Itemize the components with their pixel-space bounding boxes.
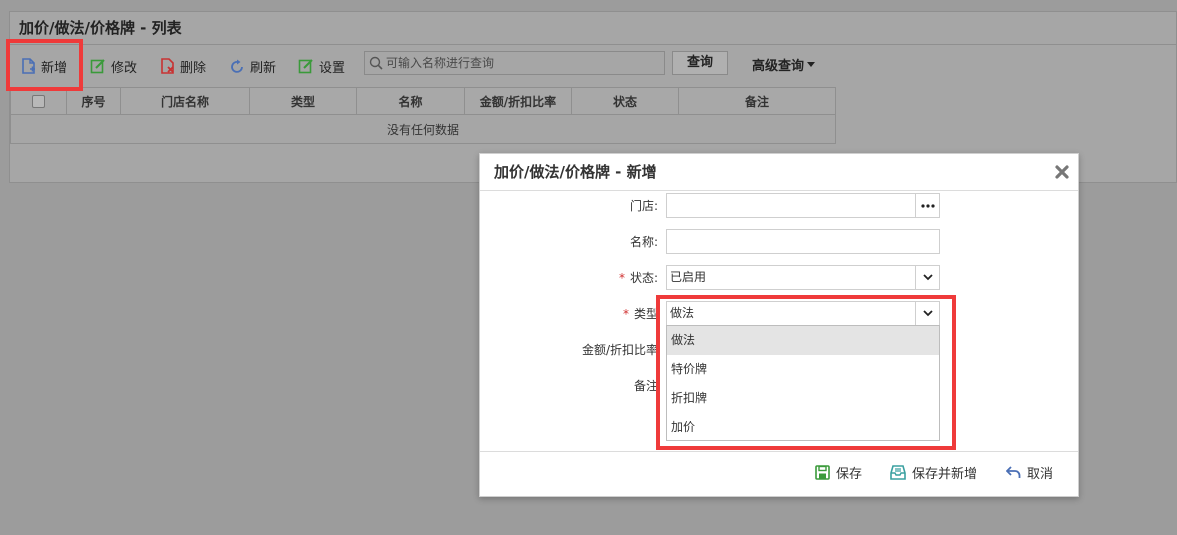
store-label: 门店: xyxy=(629,199,658,213)
type-value: 做法 xyxy=(670,306,695,320)
new-file-icon xyxy=(22,58,35,74)
delete-file-icon xyxy=(161,58,174,74)
add-button-label: 新增 xyxy=(41,60,68,76)
table-row: 没有任何数据 xyxy=(10,114,836,144)
name-row: 名称: xyxy=(480,229,1078,255)
delete-button-label: 删除 xyxy=(180,60,207,76)
data-table: 序号 门店名称 类型 名称 金额/折扣比率 状态 备注 没有任何数据 xyxy=(10,87,836,144)
type-label: 类型 xyxy=(633,307,658,321)
cancel-button-label: 取消 xyxy=(1027,466,1054,482)
search-box xyxy=(364,51,665,75)
store-row: 门店: xyxy=(480,193,1078,219)
column-header[interactable]: 名称 xyxy=(356,87,465,115)
query-button[interactable]: 查询 xyxy=(672,51,728,75)
save-button[interactable]: 保存 xyxy=(815,462,862,482)
add-dialog: 加价/做法/价格牌 - 新增 门店: 名称: * 状态: 已启用 * 类型 做法… xyxy=(479,153,1079,497)
edit-icon xyxy=(90,59,105,74)
settings-button[interactable]: 设置 xyxy=(298,55,345,77)
save-and-new-button-label: 保存并新增 xyxy=(912,466,978,482)
advanced-query-label: 高级查询 xyxy=(752,59,805,74)
select-all-cell xyxy=(10,87,67,115)
dialog-footer: 保存 保存并新增 取消 xyxy=(480,451,1078,497)
status-dropdown-toggle[interactable] xyxy=(915,266,939,289)
refresh-icon xyxy=(231,59,243,73)
type-label-wrap: * 类型 xyxy=(623,301,658,327)
name-label: 名称: xyxy=(629,235,658,249)
settings-button-label: 设置 xyxy=(319,60,346,76)
amount-label: 金额/折扣比率 xyxy=(581,343,658,357)
refresh-button-label: 刷新 xyxy=(250,60,277,76)
table-header-row: 序号 门店名称 类型 名称 金额/折扣比率 状态 备注 xyxy=(10,87,836,115)
store-field[interactable] xyxy=(666,193,940,218)
edit-button-label: 修改 xyxy=(111,60,138,76)
type-select[interactable]: 做法 xyxy=(666,301,940,326)
column-header[interactable]: 备注 xyxy=(678,87,836,115)
close-icon[interactable] xyxy=(1054,164,1070,180)
status-row: * 状态: 已启用 xyxy=(480,265,1078,291)
column-header[interactable]: 序号 xyxy=(66,87,121,115)
select-all-checkbox[interactable] xyxy=(32,95,45,108)
list-title: 加价/做法/价格牌 - 列表 xyxy=(10,12,1176,45)
caret-down-icon xyxy=(807,62,816,67)
status-select[interactable]: 已启用 xyxy=(666,265,940,290)
column-header[interactable]: 金额/折扣比率 xyxy=(464,87,572,115)
save-button-label: 保存 xyxy=(836,466,863,482)
more-button[interactable] xyxy=(915,194,939,217)
status-value: 已启用 xyxy=(670,270,707,284)
dialog-title: 加价/做法/价格牌 - 新增 xyxy=(480,154,1078,191)
chevron-down-icon xyxy=(922,310,933,317)
column-header[interactable]: 状态 xyxy=(571,87,679,115)
status-label: 状态: xyxy=(629,271,658,285)
settings-edit-icon xyxy=(298,59,313,74)
ellipsis-icon xyxy=(920,203,935,208)
edit-button[interactable]: 修改 xyxy=(90,55,137,77)
column-header[interactable]: 门店名称 xyxy=(120,87,250,115)
type-dropdown-list: 做法 特价牌 折扣牌 加价 xyxy=(666,325,940,441)
chevron-down-icon xyxy=(922,274,933,281)
refresh-button[interactable]: 刷新 xyxy=(230,55,276,77)
type-option[interactable]: 加价 xyxy=(667,413,939,442)
type-row: * 类型 做法 xyxy=(480,301,1078,327)
cancel-button[interactable]: 取消 xyxy=(1006,462,1053,482)
floppy-disk-icon xyxy=(815,464,830,480)
type-option[interactable]: 特价牌 xyxy=(667,355,939,384)
search-icon xyxy=(369,56,383,70)
add-button[interactable]: 新增 xyxy=(21,55,67,77)
undo-arrow-icon xyxy=(1006,465,1021,478)
empty-message: 没有任何数据 xyxy=(10,114,836,144)
remark-label: 备注 xyxy=(633,379,658,393)
toolbar: 新增 修改 删除 刷新 设置 可输入名称进行查询 查询 高级查询 xyxy=(10,45,1176,87)
required-mark: * xyxy=(618,271,625,285)
delete-button[interactable]: 删除 xyxy=(160,55,206,77)
inbox-tray-icon xyxy=(890,464,906,480)
status-label-wrap: * 状态: xyxy=(619,265,658,291)
save-and-new-button[interactable]: 保存并新增 xyxy=(890,462,977,482)
required-mark: * xyxy=(622,307,629,321)
type-option[interactable]: 做法 xyxy=(667,326,939,355)
type-option[interactable]: 折扣牌 xyxy=(667,384,939,413)
column-header[interactable]: 类型 xyxy=(249,87,357,115)
name-field[interactable] xyxy=(666,229,940,254)
search-input[interactable] xyxy=(386,56,656,70)
type-dropdown-toggle[interactable] xyxy=(915,302,939,325)
advanced-query-button[interactable]: 高级查询 xyxy=(752,55,816,74)
